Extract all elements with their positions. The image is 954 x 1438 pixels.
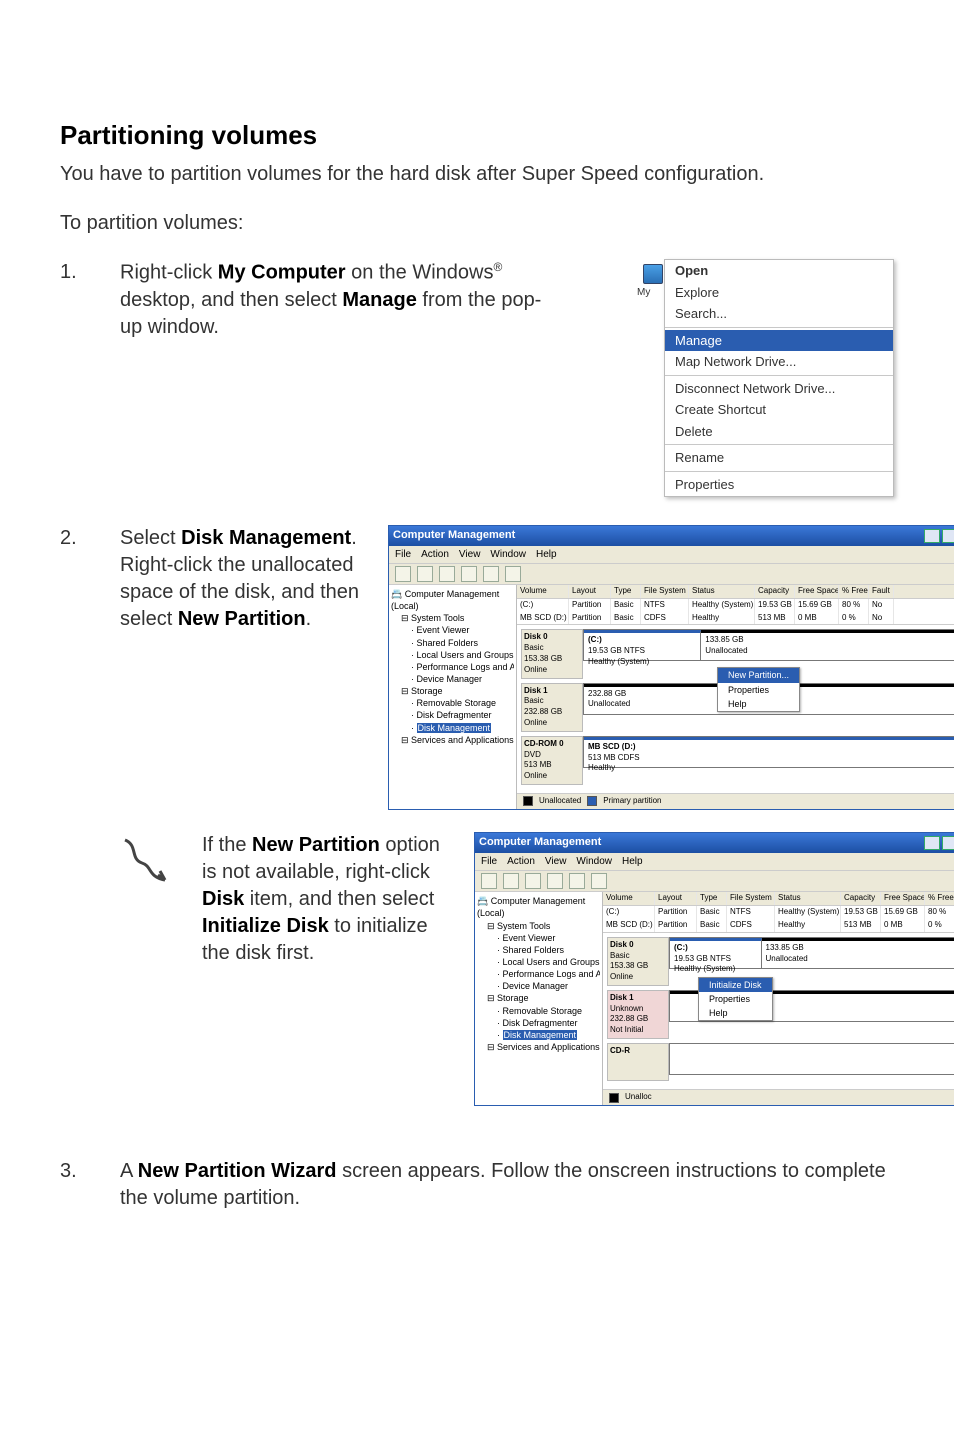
forward-icon[interactable] — [417, 566, 433, 582]
volume-list[interactable]: (C:)PartitionBasicNTFSHealthy (System)19… — [603, 906, 954, 932]
help-icon[interactable] — [591, 873, 607, 889]
toolbar[interactable] — [389, 563, 954, 585]
menubar[interactable]: File Action View Window Help — [389, 546, 954, 564]
disk-row[interactable]: Disk 0Basic153.38 GBOnline(C:)19.53 GB N… — [607, 937, 954, 986]
refresh-icon[interactable] — [461, 566, 477, 582]
tree-icon[interactable] — [439, 566, 455, 582]
props-icon[interactable] — [483, 566, 499, 582]
maximize-icon[interactable] — [942, 836, 954, 850]
step-number: 3. — [60, 1158, 84, 1212]
context-menu-item[interactable]: Properties — [699, 992, 772, 1006]
window-title: Computer Management — [393, 528, 515, 543]
context-menu-item[interactable]: Help — [699, 1006, 772, 1020]
disk-row[interactable]: CD-ROM 0DVD513 MBOnlineMB SCD (D:)513 MB… — [521, 736, 954, 785]
disk-map[interactable]: Disk 0Basic153.38 GBOnline(C:)19.53 GB N… — [603, 932, 954, 1090]
volume-row[interactable]: MB SCD (D:)PartitionBasicCDFSHealthy513 … — [517, 612, 954, 625]
props-icon[interactable] — [569, 873, 585, 889]
context-menu-item[interactable]: Delete — [665, 421, 893, 443]
my-computer-label: My — [637, 286, 650, 300]
computer-management-window-2: Computer Management File Action View Window… — [474, 832, 954, 1106]
menubar[interactable]: File Action View Window Help — [475, 853, 954, 871]
step3-text: A New Partition Wizard screen appears. F… — [120, 1158, 894, 1212]
help-icon[interactable] — [505, 566, 521, 582]
context-menu-item[interactable]: Open — [665, 260, 893, 282]
my-computer-icon — [643, 264, 663, 284]
context-menu-item[interactable]: Create Shortcut — [665, 399, 893, 421]
back-icon[interactable] — [481, 873, 497, 889]
back-icon[interactable] — [395, 566, 411, 582]
context-menu-item[interactable]: Properties — [718, 683, 799, 697]
tree-icon[interactable] — [525, 873, 541, 889]
menu-item[interactable]: View — [459, 548, 481, 562]
disk-context-menu[interactable]: Initialize DiskPropertiesHelp — [698, 977, 773, 1021]
context-menu-item[interactable]: Search... — [665, 303, 893, 325]
menu-item[interactable]: Help — [622, 855, 643, 869]
subheading: To partition volumes: — [60, 210, 894, 237]
minimize-icon[interactable] — [924, 529, 940, 543]
maximize-icon[interactable] — [942, 529, 954, 543]
step1-text: Right-click My Computer on the Windows® … — [120, 259, 550, 341]
context-menu-item[interactable]: Help — [718, 697, 799, 711]
disk-context-menu[interactable]: New Partition...PropertiesHelp — [717, 667, 800, 711]
context-menu-item[interactable]: Rename — [665, 447, 893, 469]
context-menu-item[interactable]: New Partition... — [718, 668, 799, 682]
context-menu-item[interactable]: Properties — [665, 474, 893, 496]
volume-list[interactable]: (C:)PartitionBasicNTFSHealthy (System)19… — [517, 599, 954, 625]
intro-text: You have to partition volumes for the ha… — [60, 161, 894, 188]
volume-list-header: VolumeLayoutTypeFile SystemStatusCapacit… — [517, 585, 954, 599]
volume-row[interactable]: MB SCD (D:)PartitionBasicCDFSHealthy513 … — [603, 919, 954, 932]
context-menu-item[interactable]: Explore — [665, 282, 893, 304]
refresh-icon[interactable] — [547, 873, 563, 889]
window-titlebar[interactable]: Computer Management — [475, 833, 954, 853]
step-number: 1. — [60, 259, 84, 496]
menu-item[interactable]: File — [481, 855, 497, 869]
menu-item[interactable]: Window — [576, 855, 612, 869]
context-menu-item[interactable]: Map Network Drive... — [665, 351, 893, 373]
menu-item[interactable]: Help — [536, 548, 557, 562]
menu-item[interactable]: Action — [507, 855, 535, 869]
page-title: Partitioning volumes — [60, 118, 894, 153]
note-icon — [120, 832, 170, 893]
note-text: If the New Partition option is not avail… — [202, 832, 442, 967]
nav-tree[interactable]: 📇 Computer Management (Local)⊟ System To… — [389, 585, 517, 809]
menu-item[interactable]: View — [545, 855, 567, 869]
disk-map[interactable]: Disk 0Basic153.38 GBOnline(C:)19.53 GB N… — [517, 624, 954, 793]
context-menu-item[interactable]: Manage — [665, 330, 893, 352]
menu-item[interactable]: Window — [490, 548, 526, 562]
toolbar[interactable] — [475, 870, 954, 892]
volume-row[interactable]: (C:)PartitionBasicNTFSHealthy (System)19… — [603, 906, 954, 919]
context-menu: My OpenExploreSearch...ManageMap Network… — [664, 259, 894, 496]
context-menu-item[interactable]: Initialize Disk — [699, 978, 772, 992]
disk-row[interactable]: Disk 1Unknown232.88 GBNot Initial — [607, 990, 954, 1039]
nav-tree[interactable]: 📇 Computer Management (Local)⊟ System To… — [475, 892, 603, 1105]
legend: Unallocated Primary partition — [517, 793, 954, 809]
disk-row[interactable]: CD-R — [607, 1043, 954, 1081]
menu-item[interactable]: File — [395, 548, 411, 562]
step2-text: Select Disk Management. Right-click the … — [120, 525, 370, 633]
menu-item[interactable]: Action — [421, 548, 449, 562]
legend: Unalloc — [603, 1089, 954, 1105]
step-number: 2. — [60, 525, 84, 1119]
forward-icon[interactable] — [503, 873, 519, 889]
window-title: Computer Management — [479, 835, 601, 850]
volume-list-header: VolumeLayoutTypeFile SystemStatusCapacit… — [603, 892, 954, 906]
minimize-icon[interactable] — [924, 836, 940, 850]
window-titlebar[interactable]: Computer Management — [389, 526, 954, 546]
computer-management-window: Computer Management File Action View Window… — [388, 525, 954, 810]
context-menu-item[interactable]: Disconnect Network Drive... — [665, 378, 893, 400]
volume-row[interactable]: (C:)PartitionBasicNTFSHealthy (System)19… — [517, 599, 954, 612]
